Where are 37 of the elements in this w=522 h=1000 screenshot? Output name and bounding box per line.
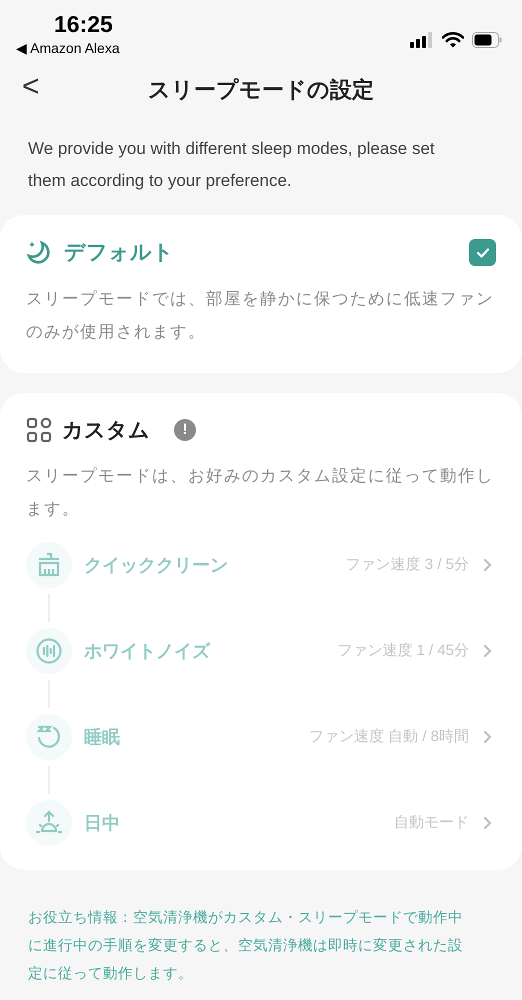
step-label: ホワイトノイズ [84,640,210,662]
step-detail: ファン速度 1 / 45分 [337,640,469,661]
step-label: 睡眠 [84,726,120,748]
step-detail: ファン速度 3 / 5分 [346,554,469,575]
moon-sleep-icon [35,723,63,751]
chevron-right-icon [483,816,492,830]
step-row[interactable]: 日中 自動モード [26,800,496,846]
back-button[interactable]: < [22,72,40,102]
check-icon [476,246,490,259]
page-title: スリープモードの設定 [148,76,374,104]
grid-icon [26,417,52,444]
step-row[interactable]: ホワイトノイズ ファン速度 1 / 45分 [26,628,496,674]
chevron-right-icon [483,730,492,744]
mode-description: スリープモードでは、部屋を静かに保つために低速ファンのみが使用されます。 [26,288,495,342]
step-label: 日中 [84,812,120,834]
chevron-right-icon [483,558,492,572]
info-icon[interactable]: ! [174,419,196,442]
mode-title: デフォルト [64,240,174,266]
battery-icon [472,32,502,48]
wifi-icon [442,32,464,48]
step-detail: 自動モード [394,812,469,833]
intro-text: We provide you with different sleep modes, please set them according to your preference. [27,138,436,192]
checkbox[interactable] [469,239,496,266]
back-to-app-link[interactable]: ◀ Amazon Alexa [16,39,120,57]
signal-icon [410,32,434,48]
sound-wave-icon [35,637,63,665]
mode-title: カスタム [62,418,150,444]
status-time: 16:25 [54,10,114,38]
step-row[interactable]: 睡眠 ファン速度 自動 / 8時間 [26,714,496,760]
tip-text: お役立ち情報：空気清浄機がカスタム・スリープモードで動作中に進行中の手順を変更すると、空気清浄機は即時に変更された設定に従って動作します。 [27,908,464,984]
step-detail: ファン速度 自動 / 8時間 [308,726,469,747]
mode-description: スリープモードは、お好みのカスタム設定に従って動作します。 [26,466,495,520]
mode-card[interactable]: デフォルト スリープモードでは、部屋を静かに保つために低速ファンのみが使用されます。 [0,215,522,372]
mode-card[interactable]: カスタム ! スリープモードは、お好みのカスタム設定に従って動作します。 クイッククリーン ファン速度 3 / 5分 ホワイトノイズ ファン速度 1 / 45分 睡眠 ファン速度 自動 / 8時間 日中 自動モード [0,392,522,870]
step-row[interactable]: クイッククリーン ファン速度 3 / 5分 [26,542,496,588]
step-label: クイッククリーン [84,554,228,576]
chevron-right-icon [483,644,492,658]
